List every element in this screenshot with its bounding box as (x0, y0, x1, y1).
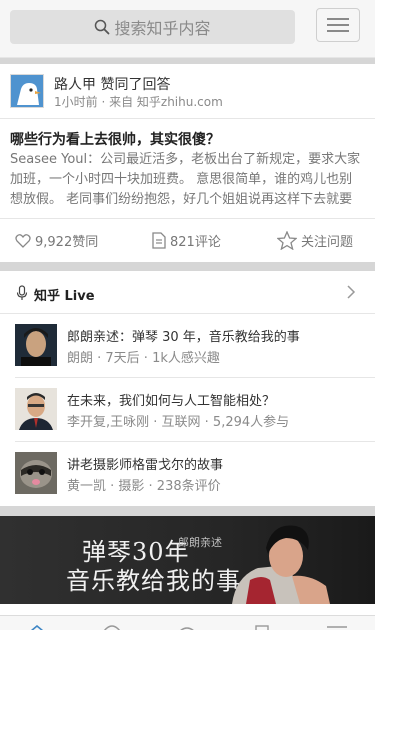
section-gap (0, 262, 375, 271)
live-section-title: 知乎 Live (34, 289, 95, 304)
microphone-icon (16, 285, 28, 300)
question-title[interactable]: 哪些行为看上去很帅，其实很傻？ (10, 129, 220, 149)
live-item-meta: 朗朗 · 7天后 · 1k人感兴趣 (67, 351, 220, 366)
banner-headline-line2: 音乐教给我的事 (66, 567, 241, 595)
feed-meta: 1小时前 · 来自 知乎zhihu.com (54, 95, 223, 109)
live-item[interactable]: 讲老摄影师格雷戈尔的故事 黄一凯 · 摄影 · 238条评价 (0, 442, 375, 506)
top-bar: 搜索知乎内容 (0, 0, 375, 58)
feed-actor[interactable]: 路人甲 赞同了回答 (54, 74, 170, 94)
divider (0, 118, 375, 119)
live-item-title: 在未来，我们如何与人工智能相处？ (67, 394, 276, 409)
vote-count: 9,922赞同 (35, 235, 99, 250)
vote-button[interactable]: 9,922赞同 (15, 231, 98, 250)
live-thumbnail (15, 324, 57, 366)
bird-avatar-icon (11, 75, 43, 107)
star-icon (277, 231, 297, 250)
feed-actions: 9,922赞同 821评论 关注问题 (0, 222, 375, 260)
messages-tab-icon[interactable] (250, 625, 274, 630)
comment-count: 821评论 (170, 235, 221, 250)
follow-question-button[interactable]: 关注问题 (277, 231, 353, 250)
profile-tab-icon[interactable] (325, 625, 349, 630)
search-box[interactable]: 搜索知乎内容 (10, 10, 295, 44)
answer-excerpt[interactable]: Seasee Youl：公司最近活多，老板出台了新规定，要求大家加班，一个小时四… (10, 150, 365, 210)
bottom-tab-bar (0, 615, 375, 630)
live-section-header[interactable]: 知乎 Live (0, 272, 375, 313)
live-thumbnail (15, 452, 57, 494)
home-tab-icon[interactable] (25, 625, 49, 630)
live-promo-banner[interactable]: 弹琴30年 郎朗亲述 音乐教给我的事 (0, 516, 375, 604)
live-item-meta: 黄一凯 · 摄影 · 238条评价 (67, 479, 221, 494)
banner-tag: 郎朗亲述 (178, 536, 222, 549)
live-item-meta: 李开复,王咏刚 · 互联网 · 5,294人参与 (67, 415, 290, 430)
search-icon (95, 19, 110, 35)
heart-icon (15, 234, 31, 248)
notification-tab-icon[interactable] (175, 625, 199, 630)
live-item-title: 讲老摄影师格雷戈尔的故事 (67, 458, 224, 473)
live-item[interactable]: 郎朗亲述：弹琴 30 年，音乐教给我的事 朗朗 · 7天后 · 1k人感兴趣 (0, 314, 375, 378)
feed-card-header: 路人甲 赞同了回答 1小时前 · 来自 知乎zhihu.com (0, 66, 375, 114)
section-gap (0, 58, 375, 64)
section-gap (0, 506, 375, 516)
divider (0, 218, 375, 219)
document-icon (152, 232, 166, 249)
hamburger-menu-icon (327, 18, 349, 20)
chevron-right-icon (347, 285, 356, 299)
live-thumbnail (15, 388, 57, 430)
search-placeholder: 搜索知乎内容 (114, 19, 211, 38)
avatar[interactable] (10, 74, 44, 108)
live-item-title: 郎朗亲述：弹琴 30 年，音乐教给我的事 (67, 330, 300, 345)
menu-button[interactable] (316, 8, 360, 42)
follow-label: 关注问题 (301, 235, 354, 250)
discover-tab-icon[interactable] (100, 625, 124, 630)
comment-button[interactable]: 821评论 (152, 231, 221, 250)
app-screen: 搜索知乎内容 路人甲 赞同了回答 1小时前 · 来自 知乎zhihu.com 哪… (0, 0, 375, 630)
live-item[interactable]: 在未来，我们如何与人工智能相处？ 李开复,王咏刚 · 互联网 · 5,294人参… (0, 378, 375, 442)
